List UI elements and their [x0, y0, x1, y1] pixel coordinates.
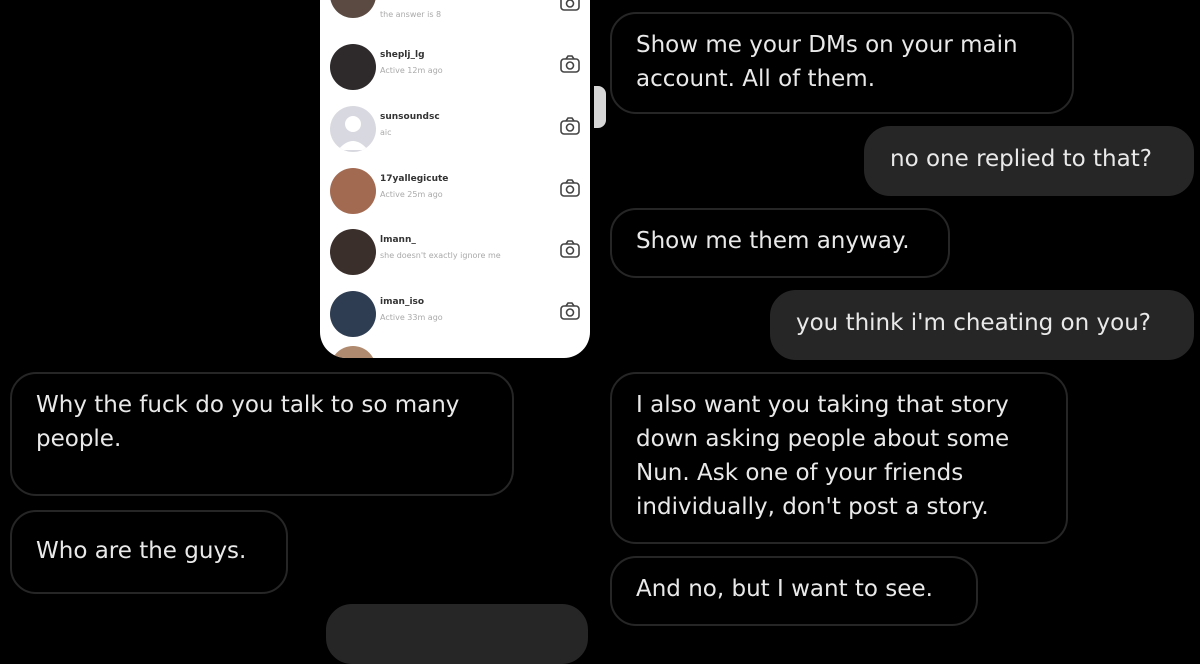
camera-icon[interactable] [558, 299, 582, 323]
camera-icon[interactable] [558, 52, 582, 76]
dm-list-item[interactable]: lmann_ she doesn't exactly ignore me [320, 225, 590, 281]
avatar [330, 168, 376, 214]
message-bubble[interactable]: Who are the guys. [10, 510, 288, 594]
message-bubble-partial[interactable] [326, 604, 588, 664]
camera-icon[interactable] [558, 114, 582, 138]
avatar [330, 291, 376, 337]
message-bubble[interactable]: no one replied to that? [864, 126, 1194, 196]
media-edge-handle [594, 86, 606, 128]
message-bubble[interactable]: Show me your DMs on your main account. A… [610, 12, 1074, 114]
avatar [330, 44, 376, 90]
dm-status: she doesn't exactly ignore me [380, 251, 501, 260]
camera-icon[interactable] [558, 176, 582, 200]
dm-list-screenshot[interactable]: the answer is 8 sheplj_lg Active 12m ago… [320, 0, 590, 358]
dm-list-item[interactable]: sheplj_lg Active 12m ago [320, 40, 590, 96]
avatar [330, 106, 376, 152]
message-bubble[interactable]: I also want you taking that story down a… [610, 372, 1068, 544]
dm-list-item[interactable]: 17yallegicute Active 25m ago [320, 164, 590, 220]
message-bubble[interactable]: Show me them anyway. [610, 208, 950, 278]
dm-status: Active 25m ago [380, 190, 443, 199]
camera-icon[interactable] [558, 237, 582, 261]
dm-username: lmann_ [380, 235, 416, 245]
avatar [330, 0, 376, 18]
dm-list-item[interactable]: the answer is 8 [320, 0, 590, 36]
dm-list-item[interactable]: sunsoundsc aic [320, 102, 590, 158]
message-bubble[interactable]: And no, but I want to see. [610, 556, 978, 626]
dm-status: Active 12m ago [380, 66, 443, 75]
message-bubble[interactable]: Why the fuck do you talk to so many peop… [10, 372, 514, 496]
avatar [330, 346, 376, 358]
dm-status: the answer is 8 [380, 10, 442, 19]
dm-list-item[interactable]: iman_iso Active 33m ago [320, 287, 590, 343]
message-bubble[interactable]: you think i'm cheating on you? [770, 290, 1194, 360]
avatar [330, 229, 376, 275]
dm-username: sunsoundsc [380, 112, 440, 122]
dm-status: aic [380, 128, 392, 137]
dm-username: iman_iso [380, 297, 425, 307]
dm-username: sheplj_lg [380, 50, 425, 60]
camera-icon[interactable] [558, 0, 582, 14]
dm-username: 17yallegicute [380, 174, 449, 184]
dm-status: Active 33m ago [380, 313, 443, 322]
